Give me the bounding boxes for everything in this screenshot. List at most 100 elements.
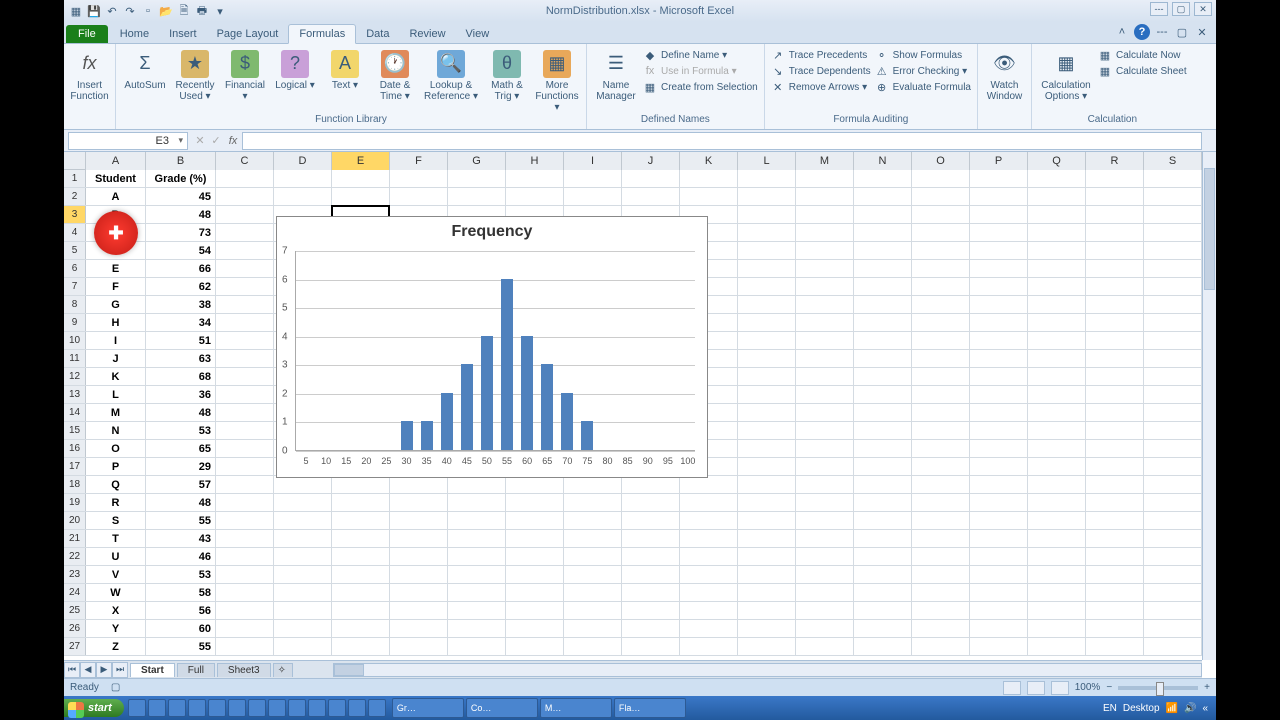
cell-H1[interactable] (506, 170, 564, 187)
cell-I2[interactable] (564, 188, 622, 205)
cell-S12[interactable] (1144, 368, 1202, 385)
cell-G24[interactable] (448, 584, 506, 601)
cell-E22[interactable] (332, 548, 390, 565)
cell-C24[interactable] (216, 584, 274, 601)
cell-R12[interactable] (1086, 368, 1144, 385)
cell-P13[interactable] (970, 386, 1028, 403)
col-header-P[interactable]: P (970, 152, 1028, 170)
col-header-I[interactable]: I (564, 152, 622, 170)
cell-P22[interactable] (970, 548, 1028, 565)
sheet-nav-last[interactable]: ⏭ (112, 662, 128, 678)
row-2[interactable]: 2A45 (64, 188, 1202, 206)
cell-K23[interactable] (680, 566, 738, 583)
cell-O26[interactable] (912, 620, 970, 637)
cell-L2[interactable] (738, 188, 796, 205)
cell-F26[interactable] (390, 620, 448, 637)
cell-L4[interactable] (738, 224, 796, 241)
evaluate-formula-button[interactable]: ⊕Evaluate Formula (875, 80, 971, 94)
cell-R2[interactable] (1086, 188, 1144, 205)
cell-O18[interactable] (912, 476, 970, 493)
cell-L11[interactable] (738, 350, 796, 367)
cell-N8[interactable] (854, 296, 912, 313)
cell-E25[interactable] (332, 602, 390, 619)
cell-M10[interactable] (796, 332, 854, 349)
cell-C12[interactable] (216, 368, 274, 385)
cell-A24[interactable]: W (86, 584, 146, 601)
cell-P6[interactable] (970, 260, 1028, 277)
cell-J23[interactable] (622, 566, 680, 583)
autosum-button[interactable]: ΣAutoSum (122, 48, 168, 91)
cell-R5[interactable] (1086, 242, 1144, 259)
frequency-chart[interactable]: Frequency 012345675101520253035404550556… (276, 216, 708, 478)
col-header-H[interactable]: H (506, 152, 564, 170)
cell-D19[interactable] (274, 494, 332, 511)
quick-launch-icon[interactable] (128, 699, 146, 717)
cell-A4[interactable]: C (86, 224, 146, 241)
cell-J24[interactable] (622, 584, 680, 601)
cell-R15[interactable] (1086, 422, 1144, 439)
cell-S19[interactable] (1144, 494, 1202, 511)
cell-B26[interactable]: 60 (146, 620, 216, 637)
cell-G20[interactable] (448, 512, 506, 529)
cell-N1[interactable] (854, 170, 912, 187)
cell-M18[interactable] (796, 476, 854, 493)
chart-plot-area[interactable]: 0123456751015202530354045505560657075808… (295, 251, 695, 451)
cell-Q18[interactable] (1028, 476, 1086, 493)
cell-D20[interactable] (274, 512, 332, 529)
cell-S8[interactable] (1144, 296, 1202, 313)
cell-I24[interactable] (564, 584, 622, 601)
cell-B22[interactable]: 46 (146, 548, 216, 565)
minimize-ribbon-icon[interactable]: ˄ (1114, 24, 1130, 40)
cell-K25[interactable] (680, 602, 738, 619)
cell-I1[interactable] (564, 170, 622, 187)
cell-Q12[interactable] (1028, 368, 1086, 385)
define-name-button[interactable]: ◆Define Name ▾ (643, 48, 758, 62)
col-header-A[interactable]: A (86, 152, 146, 170)
row-header-6[interactable]: 6 (64, 260, 86, 277)
cell-J25[interactable] (622, 602, 680, 619)
row-header-5[interactable]: 5 (64, 242, 86, 259)
cell-B2[interactable]: 45 (146, 188, 216, 205)
cell-P17[interactable] (970, 458, 1028, 475)
cell-A11[interactable]: J (86, 350, 146, 367)
cell-N19[interactable] (854, 494, 912, 511)
cell-C18[interactable] (216, 476, 274, 493)
cell-O17[interactable] (912, 458, 970, 475)
cell-O25[interactable] (912, 602, 970, 619)
cell-N10[interactable] (854, 332, 912, 349)
quick-print-icon[interactable]: 🖶 (194, 3, 210, 19)
cell-N2[interactable] (854, 188, 912, 205)
cell-G22[interactable] (448, 548, 506, 565)
cell-J2[interactable] (622, 188, 680, 205)
cell-C11[interactable] (216, 350, 274, 367)
cell-R1[interactable] (1086, 170, 1144, 187)
cell-N6[interactable] (854, 260, 912, 277)
cell-A9[interactable]: H (86, 314, 146, 331)
cell-S5[interactable] (1144, 242, 1202, 259)
col-header-Q[interactable]: Q (1028, 152, 1086, 170)
cell-Q19[interactable] (1028, 494, 1086, 511)
chart-bar[interactable] (481, 336, 493, 450)
maximize-button[interactable]: ▢ (1172, 2, 1190, 16)
cell-N12[interactable] (854, 368, 912, 385)
horizontal-scrollbar[interactable] (333, 663, 1202, 677)
cell-O11[interactable] (912, 350, 970, 367)
tab-review[interactable]: Review (399, 25, 455, 43)
row-header-25[interactable]: 25 (64, 602, 86, 619)
cell-S16[interactable] (1144, 440, 1202, 457)
cell-C14[interactable] (216, 404, 274, 421)
cell-F18[interactable] (390, 476, 448, 493)
fx-label-icon[interactable]: fx (224, 135, 242, 147)
cell-B9[interactable]: 34 (146, 314, 216, 331)
cell-Q17[interactable] (1028, 458, 1086, 475)
cell-N16[interactable] (854, 440, 912, 457)
cell-H22[interactable] (506, 548, 564, 565)
row-header-4[interactable]: 4 (64, 224, 86, 241)
cell-R17[interactable] (1086, 458, 1144, 475)
cell-Q2[interactable] (1028, 188, 1086, 205)
row-27[interactable]: 27Z55 (64, 638, 1202, 656)
cell-A6[interactable]: E (86, 260, 146, 277)
cell-L22[interactable] (738, 548, 796, 565)
cell-O9[interactable] (912, 314, 970, 331)
cell-L18[interactable] (738, 476, 796, 493)
